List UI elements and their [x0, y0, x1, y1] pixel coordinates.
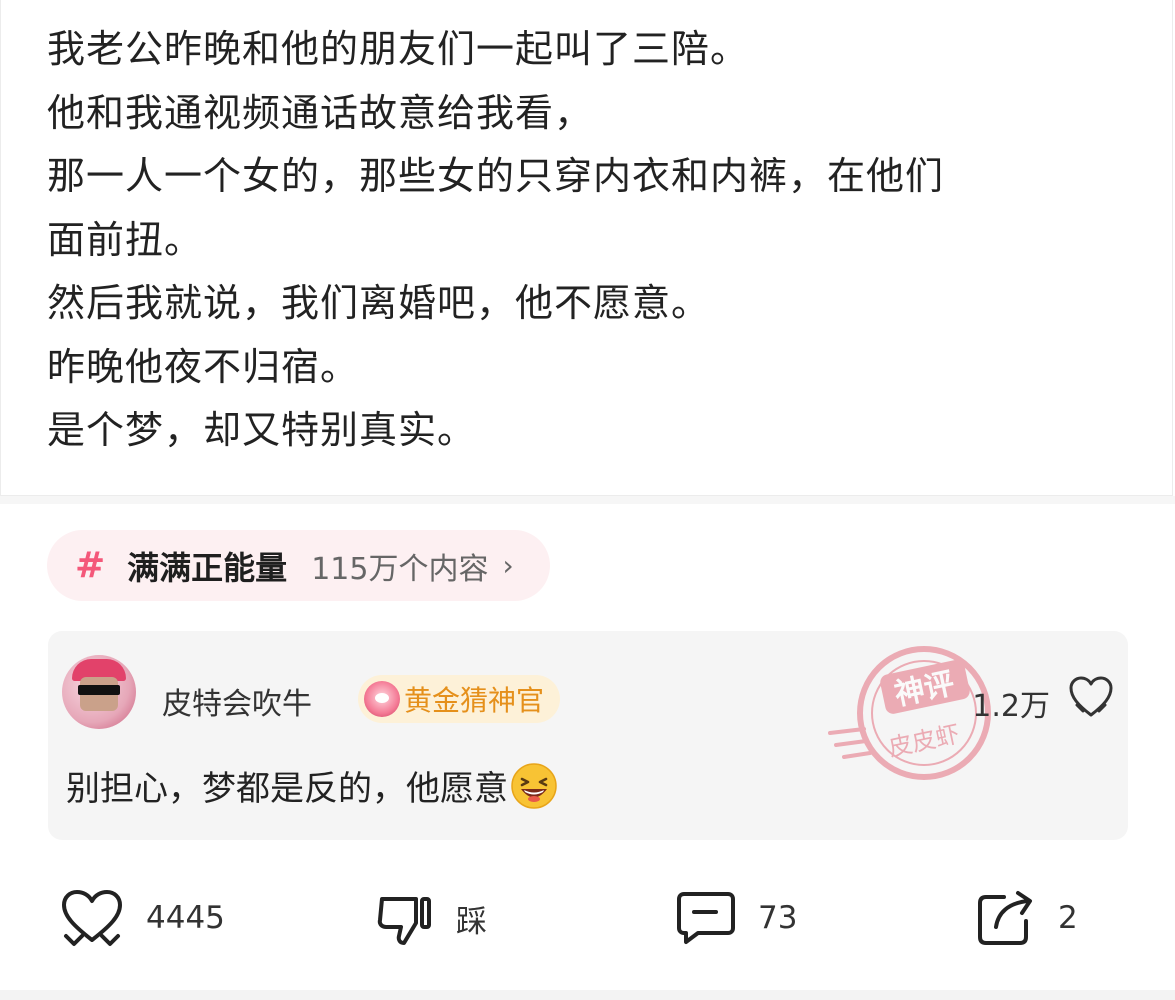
chevron-right-icon: › — [502, 549, 514, 582]
avatar-sunglasses — [78, 685, 120, 695]
user-badge[interactable]: 黄金猜神官 — [358, 675, 561, 723]
stamp-text-bottom: 皮皮虾 — [886, 720, 962, 762]
post-line: 那一人一个女的，那些女的只穿内衣和内裤，在他们 — [47, 154, 945, 198]
comment-like-count: 1.2万 — [972, 689, 1050, 724]
bottom-divider — [0, 990, 1175, 1000]
thumbs-down-icon — [377, 897, 431, 945]
topic-name: 满满正能量 — [127, 548, 288, 587]
comment-username[interactable]: 皮特会吹牛 — [162, 679, 312, 723]
share-count: 2 — [1058, 900, 1078, 936]
hashtag-icon: # — [75, 545, 106, 586]
stamp-text-top: 神评 — [892, 666, 958, 713]
topic-count: 115万个内容 — [311, 551, 489, 587]
share-icon — [978, 891, 1032, 945]
share-button[interactable]: 2 — [976, 870, 1078, 966]
heart-icon — [62, 890, 122, 946]
avatar[interactable] — [62, 655, 136, 729]
post-line: 然后我就说，我们离婚吧，他不愿意。 — [47, 281, 711, 325]
like-button[interactable]: 4445 — [60, 870, 225, 966]
post-line: 我老公昨晚和他的朋友们一起叫了三陪。 — [47, 27, 750, 71]
post-line: 他和我通视频通话故意给我看， — [47, 90, 594, 135]
laughing-emoji-icon — [511, 762, 557, 809]
comment-text: 别担心，梦都是反的，他愿意 — [66, 769, 508, 809]
post-body: 我老公昨晚和他的朋友们一起叫了三陪。 他和我通视频通话故意给我看， 那一人一个女… — [47, 18, 1147, 463]
comment-icon — [677, 892, 735, 944]
post-card: 我老公昨晚和他的朋友们一起叫了三陪。 他和我通视频通话故意给我看， 那一人一个女… — [0, 0, 1173, 496]
featured-comment[interactable]: 皮特会吹牛 黄金猜神官 神评 皮皮虾 1.2万 别担心，梦都是反的，他愿意 — [48, 631, 1128, 840]
gold-guess-badge-icon — [364, 681, 400, 717]
post-line: 昨晚他夜不归宿。 — [47, 344, 360, 389]
post-line: 是个梦，却又特别真实。 — [47, 408, 477, 452]
dislike-label: 踩 — [456, 903, 487, 940]
topic-chip[interactable]: # 满满正能量 115万个内容 › — [47, 530, 550, 601]
dislike-button[interactable]: 踩 — [376, 870, 487, 966]
like-count: 4445 — [146, 900, 225, 936]
section-divider — [0, 496, 1175, 504]
heart-icon[interactable] — [1068, 675, 1114, 719]
comment-count: 73 — [758, 900, 798, 936]
action-bar: 4445 踩 73 2 — [0, 870, 1175, 966]
comment-text-row: 别担心，梦都是反的，他愿意 — [66, 761, 558, 810]
post-line: 面前扭。 — [47, 217, 204, 262]
badge-label: 黄金猜神官 — [404, 684, 545, 717]
comment-button[interactable]: 73 — [676, 870, 797, 966]
